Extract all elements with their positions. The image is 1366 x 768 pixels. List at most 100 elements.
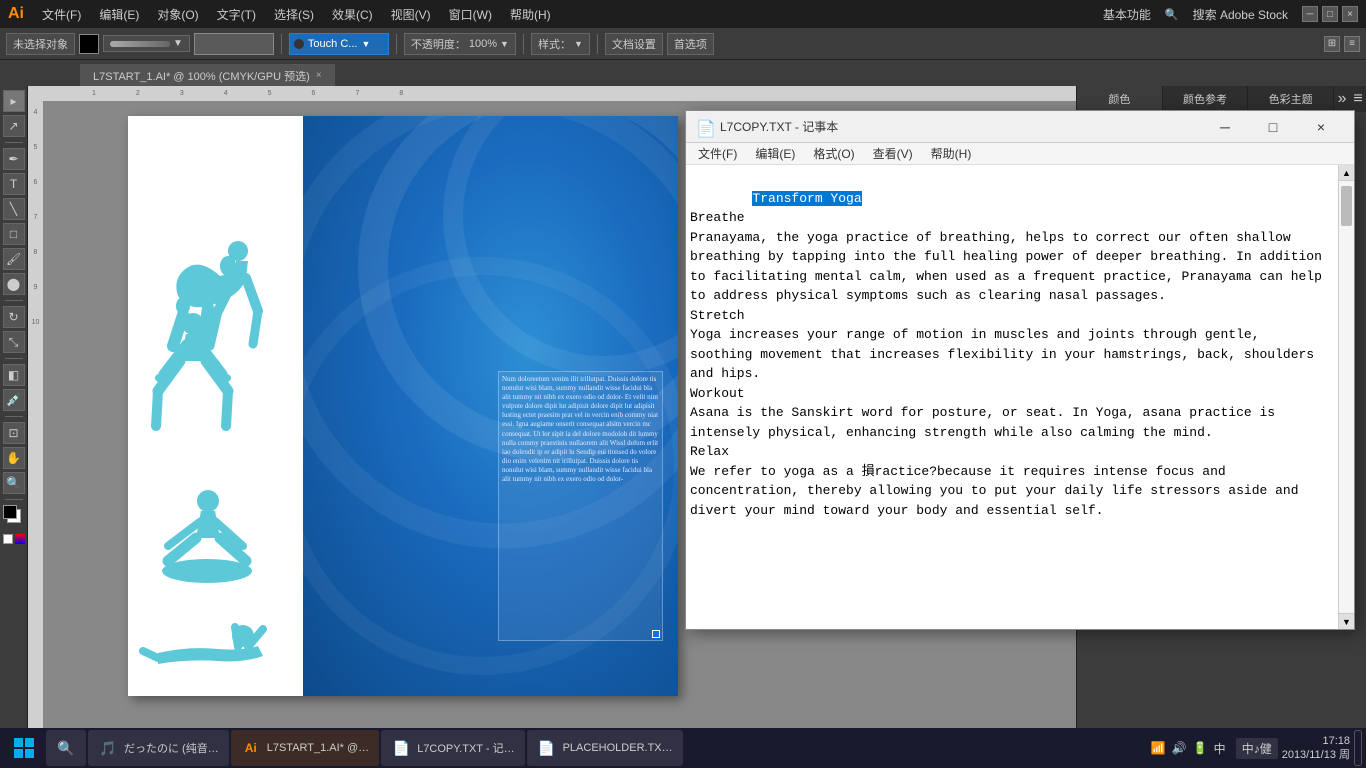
- menu-file[interactable]: 文件(F): [34, 4, 89, 25]
- panel-btn[interactable]: ≡: [1344, 36, 1360, 52]
- minimize-app[interactable]: ─: [1302, 6, 1318, 22]
- taskbar-item-music[interactable]: 🎵 だったのに (纯音…: [88, 730, 229, 766]
- fill-color-fg[interactable]: [3, 505, 17, 519]
- style-field[interactable]: 样式： ▼: [531, 33, 590, 55]
- no-selection-label: 未选择对象: [6, 33, 75, 55]
- tool-sep2: [5, 300, 23, 301]
- panel-expand[interactable]: »: [1334, 86, 1350, 112]
- hand-tool[interactable]: ✋: [3, 447, 25, 469]
- sep1: [281, 34, 282, 54]
- notepad-content[interactable]: Transform Yoga Breathe Pranayama, the yo…: [686, 165, 1338, 629]
- gradient-swatch[interactable]: [15, 534, 25, 544]
- arrange-btn[interactable]: ⊞: [1324, 36, 1340, 52]
- ruler-horizontal: 1 2 3 4 5 6 7 8: [28, 86, 1076, 101]
- fill-color[interactable]: [79, 34, 99, 54]
- notepad-menu-format[interactable]: 格式(O): [805, 143, 862, 164]
- sep3: [523, 34, 524, 54]
- notepad-maximize[interactable]: □: [1250, 112, 1296, 142]
- scale-tool[interactable]: ⤡: [3, 331, 25, 353]
- touch-dot: [294, 39, 304, 49]
- scroll-down-btn[interactable]: ▼: [1339, 613, 1354, 629]
- panel-tab-bar: 颜色 颜色参考 色彩主题 » ≡: [1077, 86, 1366, 112]
- workspace-label[interactable]: 基本功能: [1095, 4, 1159, 25]
- scroll-thumb[interactable]: [1341, 186, 1352, 226]
- none-swatch[interactable]: [3, 534, 13, 544]
- menu-object[interactable]: 对象(O): [149, 4, 206, 25]
- stock-search[interactable]: 搜索 Adobe Stock: [1185, 4, 1296, 25]
- maximize-app[interactable]: □: [1322, 6, 1338, 22]
- toolbar: 未选择对象 ▼ Touch C... ▼ 不透明度： 100% ▼ 样式： ▼ …: [0, 28, 1366, 60]
- canvas-right-panel: Num doloreetum venim ilit irillutpat. Du…: [303, 116, 678, 696]
- menu-help[interactable]: 帮助(H): [502, 4, 559, 25]
- select-tool[interactable]: ▸: [3, 90, 25, 112]
- taskbar-right: 📶 🔊 🔋 中 中♪健 17:18 2013/11/13 周: [1145, 730, 1362, 766]
- menu-window[interactable]: 窗口(W): [441, 4, 500, 25]
- taskbar-item-ai[interactable]: Ai L7START_1.AI* @…: [231, 730, 379, 766]
- preferences-btn[interactable]: 首选项: [667, 33, 714, 55]
- brush-tool[interactable]: ▼: [103, 35, 190, 52]
- type-tool[interactable]: T: [3, 173, 25, 195]
- menu-effect[interactable]: 效果(C): [324, 4, 381, 25]
- clock: 17:18 2013/11/13 周: [1282, 734, 1350, 763]
- panel-tab-themes[interactable]: 色彩主题: [1248, 86, 1334, 112]
- tool-sep3: [5, 358, 23, 359]
- notepad-close[interactable]: ×: [1298, 112, 1344, 142]
- menu-text[interactable]: 文字(T): [209, 4, 264, 25]
- lang-icon[interactable]: 中: [1214, 740, 1226, 757]
- text-box-content: Num doloreetum venim ilit irillutpat. Du…: [499, 372, 662, 487]
- ime-indicator[interactable]: 中♪健: [1236, 738, 1278, 759]
- notepad-menu-help[interactable]: 帮助(H): [923, 143, 980, 164]
- opacity-field[interactable]: 不透明度： 100% ▼: [404, 33, 516, 55]
- yoga-figure-2: [155, 313, 231, 426]
- line-tool[interactable]: ╲: [3, 198, 25, 220]
- battery-icon: 🔋: [1193, 741, 1208, 755]
- panel-menu[interactable]: ≡: [1350, 86, 1366, 112]
- scroll-up-btn[interactable]: ▲: [1339, 165, 1354, 181]
- blob-brush[interactable]: ⬤: [3, 273, 25, 295]
- yoga-figure-4: [143, 625, 263, 664]
- start-button[interactable]: [4, 728, 44, 768]
- music-icon: 🎵: [98, 738, 118, 758]
- close-app[interactable]: ×: [1342, 6, 1358, 22]
- notepad-menu: 文件(F) 编辑(E) 格式(O) 查看(V) 帮助(H): [686, 143, 1354, 165]
- notepad-taskbar-icon: 📄: [391, 738, 411, 758]
- notepad-window-controls: ─ □ ×: [1202, 112, 1344, 142]
- zoom-tool[interactable]: 🔍: [3, 472, 25, 494]
- show-desktop[interactable]: [1354, 730, 1362, 766]
- menu-select[interactable]: 选择(S): [266, 4, 322, 25]
- stroke-label: ▼: [173, 38, 183, 49]
- panel-tab-color[interactable]: 颜色: [1077, 86, 1163, 112]
- pen-tool[interactable]: ✒: [3, 148, 25, 170]
- gradient-tool[interactable]: ◧: [3, 364, 25, 386]
- search-icon: 🔍: [56, 738, 76, 758]
- artboard-tool[interactable]: ⊡: [3, 422, 25, 444]
- taskbar-item-notepad[interactable]: 📄 L7COPY.TXT - 记…: [381, 730, 524, 766]
- touch-field[interactable]: Touch C... ▼: [289, 33, 389, 55]
- panel-tab-color-guide[interactable]: 颜色参考: [1163, 86, 1249, 112]
- taskbar: 🔍 🎵 だったのに (纯音… Ai L7START_1.AI* @… 📄 L7C…: [0, 728, 1366, 768]
- taskbar-search[interactable]: 🔍: [46, 730, 86, 766]
- direct-select-tool[interactable]: ↗: [3, 115, 25, 137]
- resize-handle[interactable]: [652, 630, 660, 638]
- notepad-label: L7COPY.TXT - 记…: [417, 740, 514, 756]
- menu-view[interactable]: 视图(V): [383, 4, 439, 25]
- tool-sep1: [5, 142, 23, 143]
- paint-brush[interactable]: 🖌: [3, 248, 25, 270]
- document-tab[interactable]: L7START_1.AI* @ 100% (CMYK/GPU 预选) ×: [80, 64, 335, 86]
- ai-label: L7START_1.AI* @…: [267, 742, 369, 754]
- stroke-preview: [194, 33, 274, 55]
- notepad-menu-edit[interactable]: 编辑(E): [747, 143, 803, 164]
- rotate-tool[interactable]: ↻: [3, 306, 25, 328]
- notepad-menu-view[interactable]: 查看(V): [865, 143, 921, 164]
- taskbar-item-placeholder[interactable]: 📄 PLACEHOLDER.TX…: [527, 730, 683, 766]
- doc-setup-btn[interactable]: 文档设置: [605, 33, 663, 55]
- notepad-menu-file[interactable]: 文件(F): [690, 143, 745, 164]
- menu-edit[interactable]: 编辑(E): [91, 4, 147, 25]
- eyedropper[interactable]: 💉: [3, 389, 25, 411]
- scroll-track[interactable]: [1339, 181, 1354, 613]
- sep4: [597, 34, 598, 54]
- tab-close[interactable]: ×: [316, 70, 322, 81]
- notepad-scrollbar: ▲ ▼: [1338, 165, 1354, 629]
- notepad-minimize[interactable]: ─: [1202, 112, 1248, 142]
- rect-tool[interactable]: □: [3, 223, 25, 245]
